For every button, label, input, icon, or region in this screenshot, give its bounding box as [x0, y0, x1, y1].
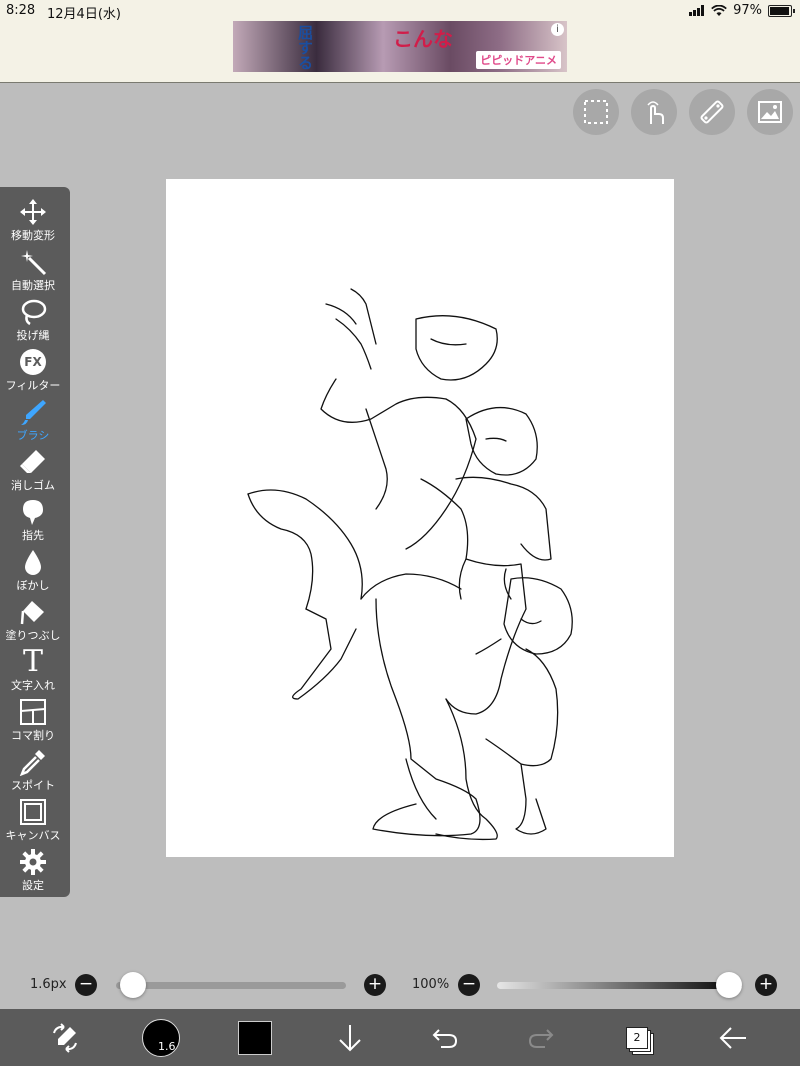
bottom-toolbar: 1.6 2	[0, 1009, 800, 1066]
tool-settings[interactable]: 設定	[0, 847, 66, 897]
brush-size-value: 1.6	[158, 1039, 176, 1053]
blur-icon	[18, 547, 48, 577]
ad-brand-label: ピピッドアニメ	[476, 51, 561, 69]
drawing-canvas[interactable]	[166, 179, 674, 857]
opacity-slider-thumb[interactable]	[716, 972, 742, 998]
tool-eyedropper[interactable]: スポイト	[0, 747, 66, 797]
size-increase-button[interactable]: +	[364, 974, 386, 996]
tool-label: 自動選択	[11, 279, 55, 292]
current-color-swatch	[238, 1020, 272, 1055]
ruler-icon	[700, 100, 724, 124]
brush-size-button[interactable]: 1.6	[141, 1009, 181, 1066]
swap-icon	[53, 1022, 77, 1053]
eraser-icon	[18, 447, 48, 477]
tool-finger[interactable]: 指先	[0, 497, 66, 547]
save-down-button[interactable]	[333, 1009, 367, 1066]
fx-icon: FX	[18, 347, 48, 377]
redo-button[interactable]	[524, 1009, 558, 1066]
tool-label: フィルター	[5, 379, 61, 392]
arrow-left-icon	[719, 1026, 746, 1049]
tool-fill[interactable]: 塗りつぶし	[0, 597, 66, 647]
text-icon: T	[18, 647, 48, 677]
battery-percent: 97%	[733, 3, 762, 18]
finger-icon	[18, 497, 48, 527]
tool-label: スポイト	[11, 779, 55, 792]
fx-badge: FX	[20, 349, 46, 375]
arrow-down-icon	[339, 1024, 361, 1051]
undo-icon	[432, 1028, 458, 1048]
text-tool-glyph: T	[22, 644, 43, 679]
tool-panel: 移動変形 自動選択 投げ縄 FX フィルター ブラシ 消しゴム 指先 ぼかし 塗…	[0, 187, 70, 897]
size-decrease-button[interactable]: −	[75, 974, 97, 996]
opacity-increase-button[interactable]: +	[755, 974, 777, 996]
selection-button[interactable]	[573, 89, 619, 135]
brush-size-label: 1.6px	[30, 977, 67, 992]
tool-move-transform[interactable]: 移動変形	[0, 197, 66, 247]
touch-button[interactable]	[631, 89, 677, 135]
lineart-drawing	[247, 288, 573, 841]
tool-label: ブラシ	[16, 429, 50, 442]
tool-eraser[interactable]: 消しゴム	[0, 447, 66, 497]
fill-icon	[18, 597, 48, 627]
tool-label: 投げ縄	[16, 329, 50, 342]
tool-label: 移動変形	[11, 229, 55, 242]
ruler-button[interactable]	[689, 89, 735, 135]
eyedropper-icon	[18, 747, 48, 777]
tool-label: コマ割り	[11, 729, 55, 742]
canvas-icon	[18, 797, 48, 827]
magic-wand-icon	[18, 247, 48, 277]
back-button[interactable]	[716, 1009, 750, 1066]
brush-size-slider-thumb[interactable]	[120, 972, 147, 998]
ad-banner[interactable]: 屈する こんな ピピッドアニメ i	[233, 21, 567, 72]
status-bar: 8:28 12月4日(水) 97% 屈する こんな ピピッドアニメ i	[0, 0, 800, 83]
brush-icon	[18, 397, 48, 427]
tool-filter[interactable]: FX フィルター	[0, 347, 66, 397]
layers-icon: 2	[626, 1026, 648, 1049]
brush-size-slider-track[interactable]	[116, 982, 346, 989]
panel-icon	[18, 697, 48, 727]
tool-label: 塗りつぶし	[5, 629, 61, 642]
tool-blur[interactable]: ぼかし	[0, 547, 66, 597]
tool-panel-layout[interactable]: コマ割り	[0, 697, 66, 747]
redo-icon	[528, 1028, 554, 1048]
lasso-icon	[18, 297, 48, 327]
layers-button[interactable]: 2	[620, 1009, 654, 1066]
gear-icon	[18, 847, 48, 877]
tool-label: 指先	[22, 529, 44, 542]
move-icon	[18, 197, 48, 227]
signal-icon	[689, 5, 705, 16]
wifi-icon	[711, 4, 727, 16]
opacity-decrease-button[interactable]: −	[458, 974, 480, 996]
image-icon	[758, 101, 782, 123]
image-button[interactable]	[747, 89, 793, 135]
swap-tool-button[interactable]	[45, 1009, 85, 1066]
tool-text[interactable]: T 文字入れ	[0, 647, 66, 697]
battery-icon	[768, 4, 795, 17]
tool-label: キャンバス	[5, 829, 61, 842]
status-time: 8:28	[6, 3, 36, 18]
selection-icon	[584, 100, 608, 124]
status-indicators: 97%	[689, 3, 795, 18]
info-icon[interactable]: i	[551, 23, 564, 36]
status-date: 12月4日(水)	[47, 7, 121, 22]
brush-preview: 1.6	[142, 1018, 180, 1057]
tool-auto-select[interactable]: 自動選択	[0, 247, 66, 297]
ad-text-left: 屈する	[296, 25, 314, 70]
tool-label: 消しゴム	[11, 479, 55, 492]
opacity-slider-track[interactable]	[497, 982, 742, 989]
undo-button[interactable]	[428, 1009, 462, 1066]
tool-lasso[interactable]: 投げ縄	[0, 297, 66, 347]
tool-label: ぼかし	[16, 579, 50, 592]
color-button[interactable]	[236, 1009, 274, 1066]
ad-text-right: こんな	[393, 27, 453, 51]
tool-brush[interactable]: ブラシ	[0, 397, 66, 447]
opacity-label: 100%	[412, 977, 450, 992]
touch-icon	[647, 101, 664, 124]
tool-label: 文字入れ	[11, 679, 55, 692]
tool-label: 設定	[22, 879, 44, 892]
tool-canvas[interactable]: キャンバス	[0, 797, 66, 847]
